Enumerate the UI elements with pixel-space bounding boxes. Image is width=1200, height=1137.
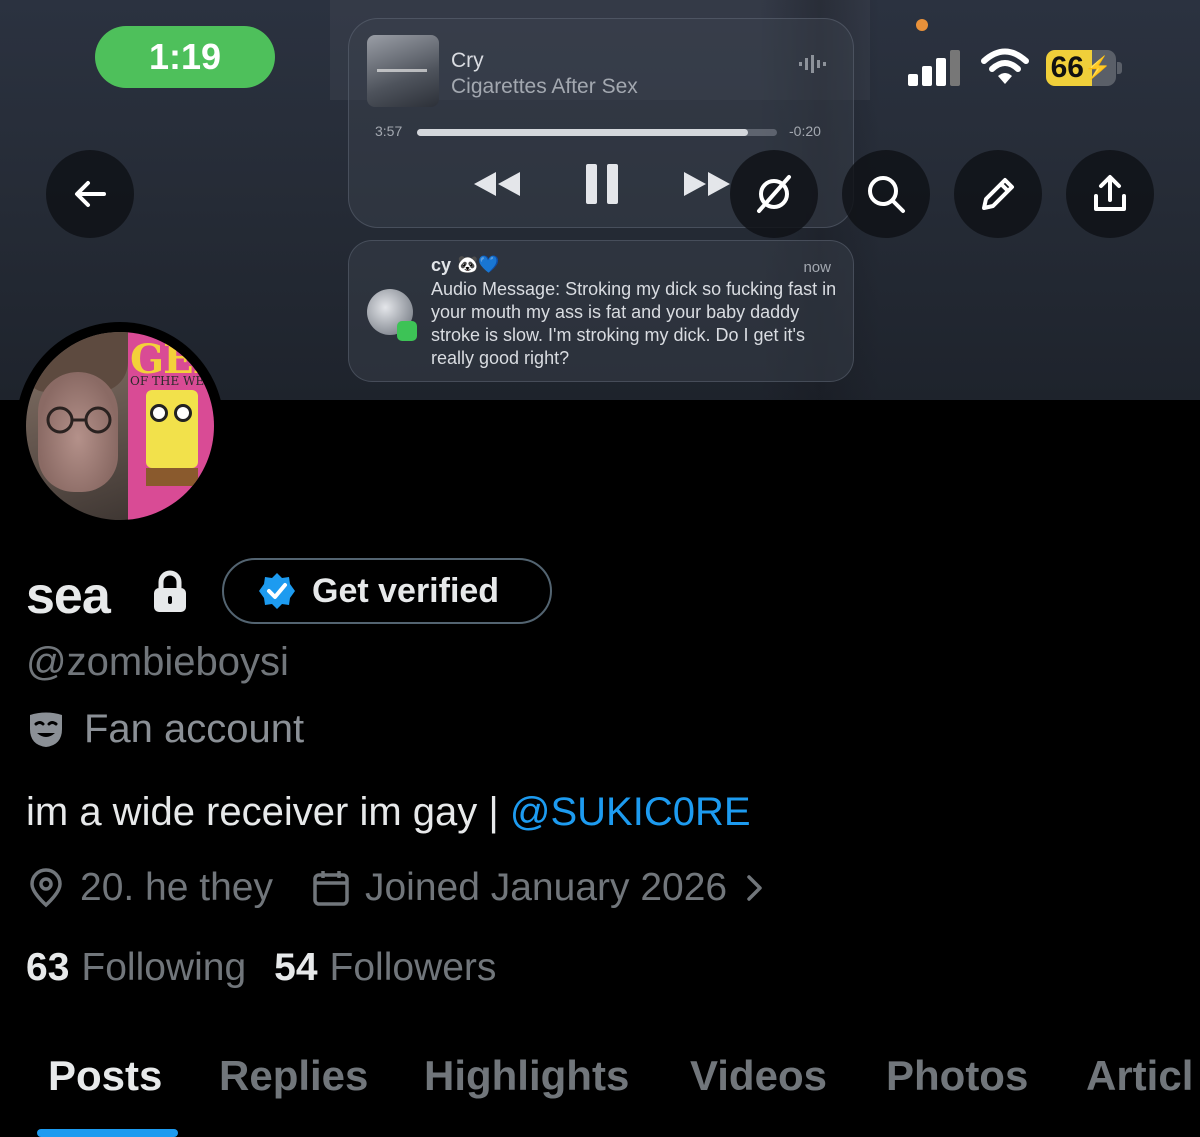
notification-message: Audio Message: Stroking my dick so fucki… xyxy=(431,279,837,368)
following-count: 63 xyxy=(26,946,70,989)
back-button[interactable] xyxy=(46,150,134,238)
search-button[interactable] xyxy=(842,150,930,238)
pencil-icon xyxy=(982,178,1014,210)
rewind-icon xyxy=(474,172,520,196)
joined-date[interactable]: Joined January 2026 xyxy=(365,866,727,910)
audio-waveform-icon xyxy=(799,55,826,73)
song-artist: Cigarettes After Sex xyxy=(451,75,638,98)
cellular-signal-icon xyxy=(908,50,964,86)
spongebob-figure xyxy=(146,390,198,468)
category-label: Fan account xyxy=(84,706,305,751)
pause-icon xyxy=(586,164,618,204)
remaining-time: -0:20 xyxy=(789,123,821,139)
followers-link[interactable]: 54 Followers xyxy=(274,946,496,990)
song-title: Cry xyxy=(451,49,484,72)
bio-mention-link[interactable]: @SUKIC0RE xyxy=(510,790,751,834)
notification-time: now xyxy=(803,259,831,276)
chevron-right-icon[interactable] xyxy=(743,873,767,903)
privacy-indicator-dot xyxy=(916,19,928,31)
display-name: sea xyxy=(26,567,111,625)
share-button[interactable] xyxy=(1066,150,1154,238)
lock-icon xyxy=(154,570,186,612)
poster-subtitle: OF THE WEE xyxy=(130,374,213,388)
following-link[interactable]: 63 Following xyxy=(26,946,246,990)
fast-forward-icon xyxy=(684,172,730,196)
message-notification: cy 🐼💙 now Audio Message: Stroking my dic… xyxy=(348,240,854,382)
profile-tabs: Posts Replies Highlights Videos Photos A… xyxy=(0,1046,1200,1137)
notification-sender-emoji: 🐼💙 xyxy=(457,255,500,274)
notification-sender: cy xyxy=(431,255,452,275)
status-time: 1:19 xyxy=(95,26,275,88)
theater-mask-icon xyxy=(30,712,62,747)
profile-bio: im a wide receiver im gay | @SUKIC0RE xyxy=(26,790,751,835)
battery-level: 66 xyxy=(1050,51,1084,84)
pause-button xyxy=(577,159,627,209)
tab-posts[interactable]: Posts xyxy=(48,1052,162,1100)
calendar-icon xyxy=(313,871,349,906)
followers-count: 54 xyxy=(274,946,318,989)
back-arrow-icon xyxy=(75,181,106,207)
get-verified-button[interactable]: Get verified xyxy=(222,558,552,624)
tab-articles[interactable]: Articl xyxy=(1086,1052,1193,1100)
edit-profile-button[interactable] xyxy=(954,150,1042,238)
fast-forward-button xyxy=(677,159,737,209)
glasses-icon xyxy=(46,406,112,434)
user-handle: @zombieboysi xyxy=(26,640,289,684)
profile-category: Fan account xyxy=(26,705,304,753)
profile-meta: 20. he they Joined January 2026 xyxy=(26,864,767,912)
rewind-button xyxy=(467,159,527,209)
album-art xyxy=(367,35,439,107)
battery-icon: 66 ⚡ xyxy=(1046,50,1124,86)
get-verified-label: Get verified xyxy=(312,571,500,610)
tab-highlights[interactable]: Highlights xyxy=(424,1052,629,1100)
search-icon xyxy=(868,176,905,213)
spongebob-pants xyxy=(146,468,198,486)
tab-replies[interactable]: Replies xyxy=(219,1052,368,1100)
verified-badge-icon xyxy=(259,573,295,609)
messages-app-icon xyxy=(397,321,417,341)
followers-label: Followers xyxy=(329,946,497,989)
bio-text: im a wide receiver im gay | xyxy=(26,790,510,834)
share-icon xyxy=(1094,175,1126,211)
location-pin-icon xyxy=(30,868,62,908)
tab-photos[interactable]: Photos xyxy=(886,1052,1028,1100)
following-label: Following xyxy=(81,946,247,989)
avatar[interactable]: GEE OF THE WEE xyxy=(26,332,214,520)
active-tab-indicator xyxy=(37,1129,178,1137)
wifi-icon xyxy=(981,48,1029,84)
grok-icon xyxy=(757,175,791,213)
playback-progress-bar xyxy=(417,129,777,136)
tab-videos[interactable]: Videos xyxy=(690,1052,827,1100)
grok-button[interactable] xyxy=(730,150,818,238)
location-text: 20. he they xyxy=(80,866,273,909)
elapsed-time: 3:57 xyxy=(375,123,403,139)
follow-counts: 63 Following 54 Followers xyxy=(26,946,496,990)
